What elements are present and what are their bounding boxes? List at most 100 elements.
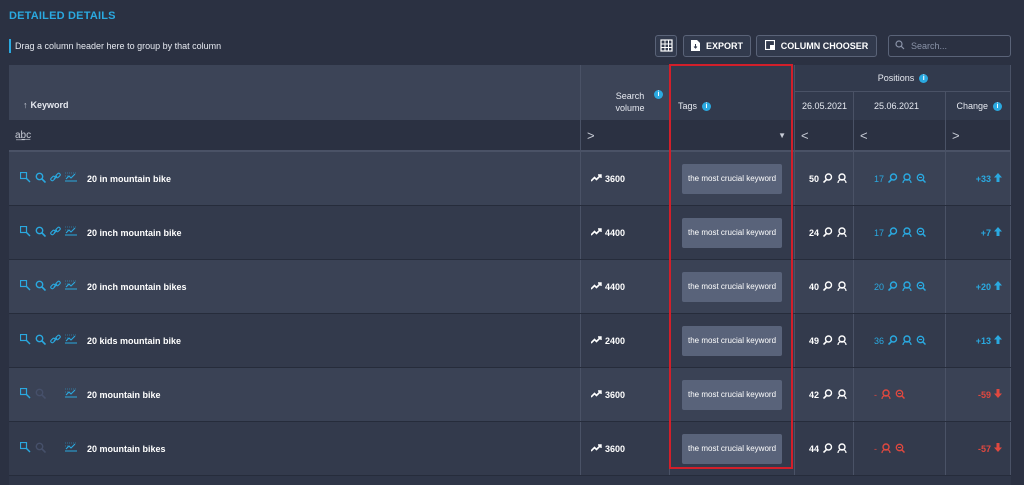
serp-search-icon[interactable] (822, 172, 833, 185)
zoom-icon[interactable] (916, 335, 927, 347)
info-icon[interactable]: i (919, 73, 929, 83)
zoom-icon[interactable] (916, 281, 927, 293)
change-cell: +13 (946, 314, 1011, 367)
change-cell: +20 (946, 260, 1011, 313)
search-input[interactable]: Search... (888, 35, 1011, 57)
search-icon[interactable] (35, 388, 47, 402)
competitor-icon[interactable] (837, 334, 847, 347)
serp-search-icon[interactable] (822, 442, 833, 455)
group-by-hint[interactable]: Drag a column header here to group by th… (9, 39, 221, 53)
serp-search-icon[interactable] (887, 226, 898, 239)
keyword-cell: 20 inch mountain bikes (9, 260, 581, 313)
header-change[interactable]: Change i (946, 91, 1011, 120)
competitor-icon[interactable] (902, 334, 912, 347)
serp-search-icon[interactable] (822, 280, 833, 293)
date2-filter[interactable]: < (854, 120, 946, 150)
serp-search-icon[interactable] (887, 280, 898, 293)
link-icon[interactable] (50, 280, 61, 294)
header-date2[interactable]: 25.06.2021 (854, 91, 946, 120)
zoom-icon[interactable] (916, 227, 927, 239)
serp-search-icon[interactable] (822, 334, 833, 347)
select-area-icon[interactable] (19, 171, 31, 186)
table-row[interactable]: 20 in mountain bike 3600 the most crucia… (9, 152, 1011, 206)
tag-chip[interactable]: the most crucial keyword (682, 325, 782, 356)
serp-search-icon[interactable] (822, 388, 833, 401)
search-icon[interactable] (35, 442, 47, 456)
search-icon[interactable] (35, 334, 47, 348)
table-row[interactable]: 20 inch mountain bike 4400 the most cruc… (9, 206, 1011, 260)
zoom-icon[interactable] (895, 443, 906, 455)
serp-chart-icon[interactable] (65, 280, 77, 293)
competitor-icon[interactable] (837, 388, 847, 401)
search-volume-filter[interactable]: > (581, 120, 670, 150)
keyword-filter[interactable]: a͟b͟c (9, 120, 581, 150)
tag-chip[interactable]: the most crucial keyword (682, 217, 782, 248)
change-filter[interactable]: > (946, 120, 1011, 150)
search-icon[interactable] (35, 280, 47, 294)
link-icon[interactable] (50, 334, 61, 348)
trend-up-icon (590, 173, 602, 184)
table-row[interactable]: 20 kids mountain bike 2400 the most cruc… (9, 314, 1011, 368)
search-icon[interactable] (35, 172, 47, 186)
link-icon[interactable] (50, 226, 61, 240)
header-change-label: Change (956, 101, 988, 111)
search-icon[interactable] (35, 226, 47, 240)
competitor-icon[interactable] (837, 172, 847, 185)
tag-chip[interactable]: the most crucial keyword (682, 433, 782, 464)
table-row[interactable]: 20 mountain bikes 3600 the most crucial … (9, 422, 1011, 476)
info-icon[interactable]: i (993, 101, 1002, 111)
position-date2-cell: 17 (854, 206, 946, 259)
competitor-icon[interactable] (902, 172, 912, 185)
tags-filter-dropdown[interactable]: ▼ (670, 120, 795, 150)
serp-search-icon[interactable] (887, 334, 898, 347)
header-search-volume[interactable]: Search volume i (581, 65, 670, 120)
serp-chart-icon[interactable] (65, 442, 77, 455)
position-value: 17 (874, 227, 885, 238)
select-area-icon[interactable] (19, 441, 31, 456)
select-area-icon[interactable] (19, 279, 31, 294)
position-date1-cell: 42 (795, 368, 854, 421)
link-icon[interactable] (50, 172, 61, 186)
competitor-icon[interactable] (837, 442, 847, 455)
position-date2-cell: 36 (854, 314, 946, 367)
table-row[interactable]: 20 inch mountain bikes 4400 the most cru… (9, 260, 1011, 314)
serp-chart-icon[interactable] (65, 172, 77, 185)
competitor-icon[interactable] (881, 442, 891, 455)
select-area-icon[interactable] (19, 333, 31, 348)
position-value: - (874, 443, 877, 454)
serp-search-icon[interactable] (822, 226, 833, 239)
header-date1-label: 26.05.2021 (801, 101, 847, 111)
competitor-icon[interactable] (837, 280, 847, 293)
competitor-icon[interactable] (902, 226, 912, 239)
position-date1-cell: 40 (795, 260, 854, 313)
zoom-icon[interactable] (916, 173, 927, 185)
column-chooser-button[interactable]: COLUMN CHOOSER (756, 35, 877, 57)
tag-chip[interactable]: the most crucial keyword (682, 163, 782, 194)
select-area-icon[interactable] (19, 225, 31, 240)
serp-chart-icon[interactable] (65, 388, 77, 401)
serp-search-icon[interactable] (887, 172, 898, 185)
header-tags[interactable]: Tags i (670, 65, 795, 120)
competitor-icon[interactable] (881, 388, 891, 401)
competitor-icon[interactable] (902, 280, 912, 293)
position-date1-cell: 44 (795, 422, 854, 475)
info-icon[interactable]: i (702, 101, 712, 111)
position-value: 44 (808, 443, 819, 454)
info-icon[interactable]: i (654, 90, 663, 99)
tag-chip[interactable]: the most crucial keyword (682, 271, 782, 302)
position-value: 17 (874, 173, 885, 184)
serp-chart-icon[interactable] (65, 334, 77, 347)
select-area-icon[interactable] (19, 387, 31, 402)
export-button[interactable]: EXPORT (683, 35, 751, 57)
change-value: -57 (977, 443, 991, 454)
header-date1[interactable]: 26.05.2021 (795, 91, 854, 120)
table-row[interactable]: 20 mountain bike 3600 the most crucial k… (9, 368, 1011, 422)
date1-filter[interactable]: < (795, 120, 854, 150)
header-keyword[interactable]: ↑ Keyword (9, 65, 581, 120)
competitor-icon[interactable] (837, 226, 847, 239)
grid-view-button[interactable] (655, 35, 677, 57)
tag-chip[interactable]: the most crucial keyword (682, 379, 782, 410)
trend-up-icon (590, 281, 602, 292)
zoom-icon[interactable] (895, 389, 906, 401)
serp-chart-icon[interactable] (65, 226, 77, 239)
